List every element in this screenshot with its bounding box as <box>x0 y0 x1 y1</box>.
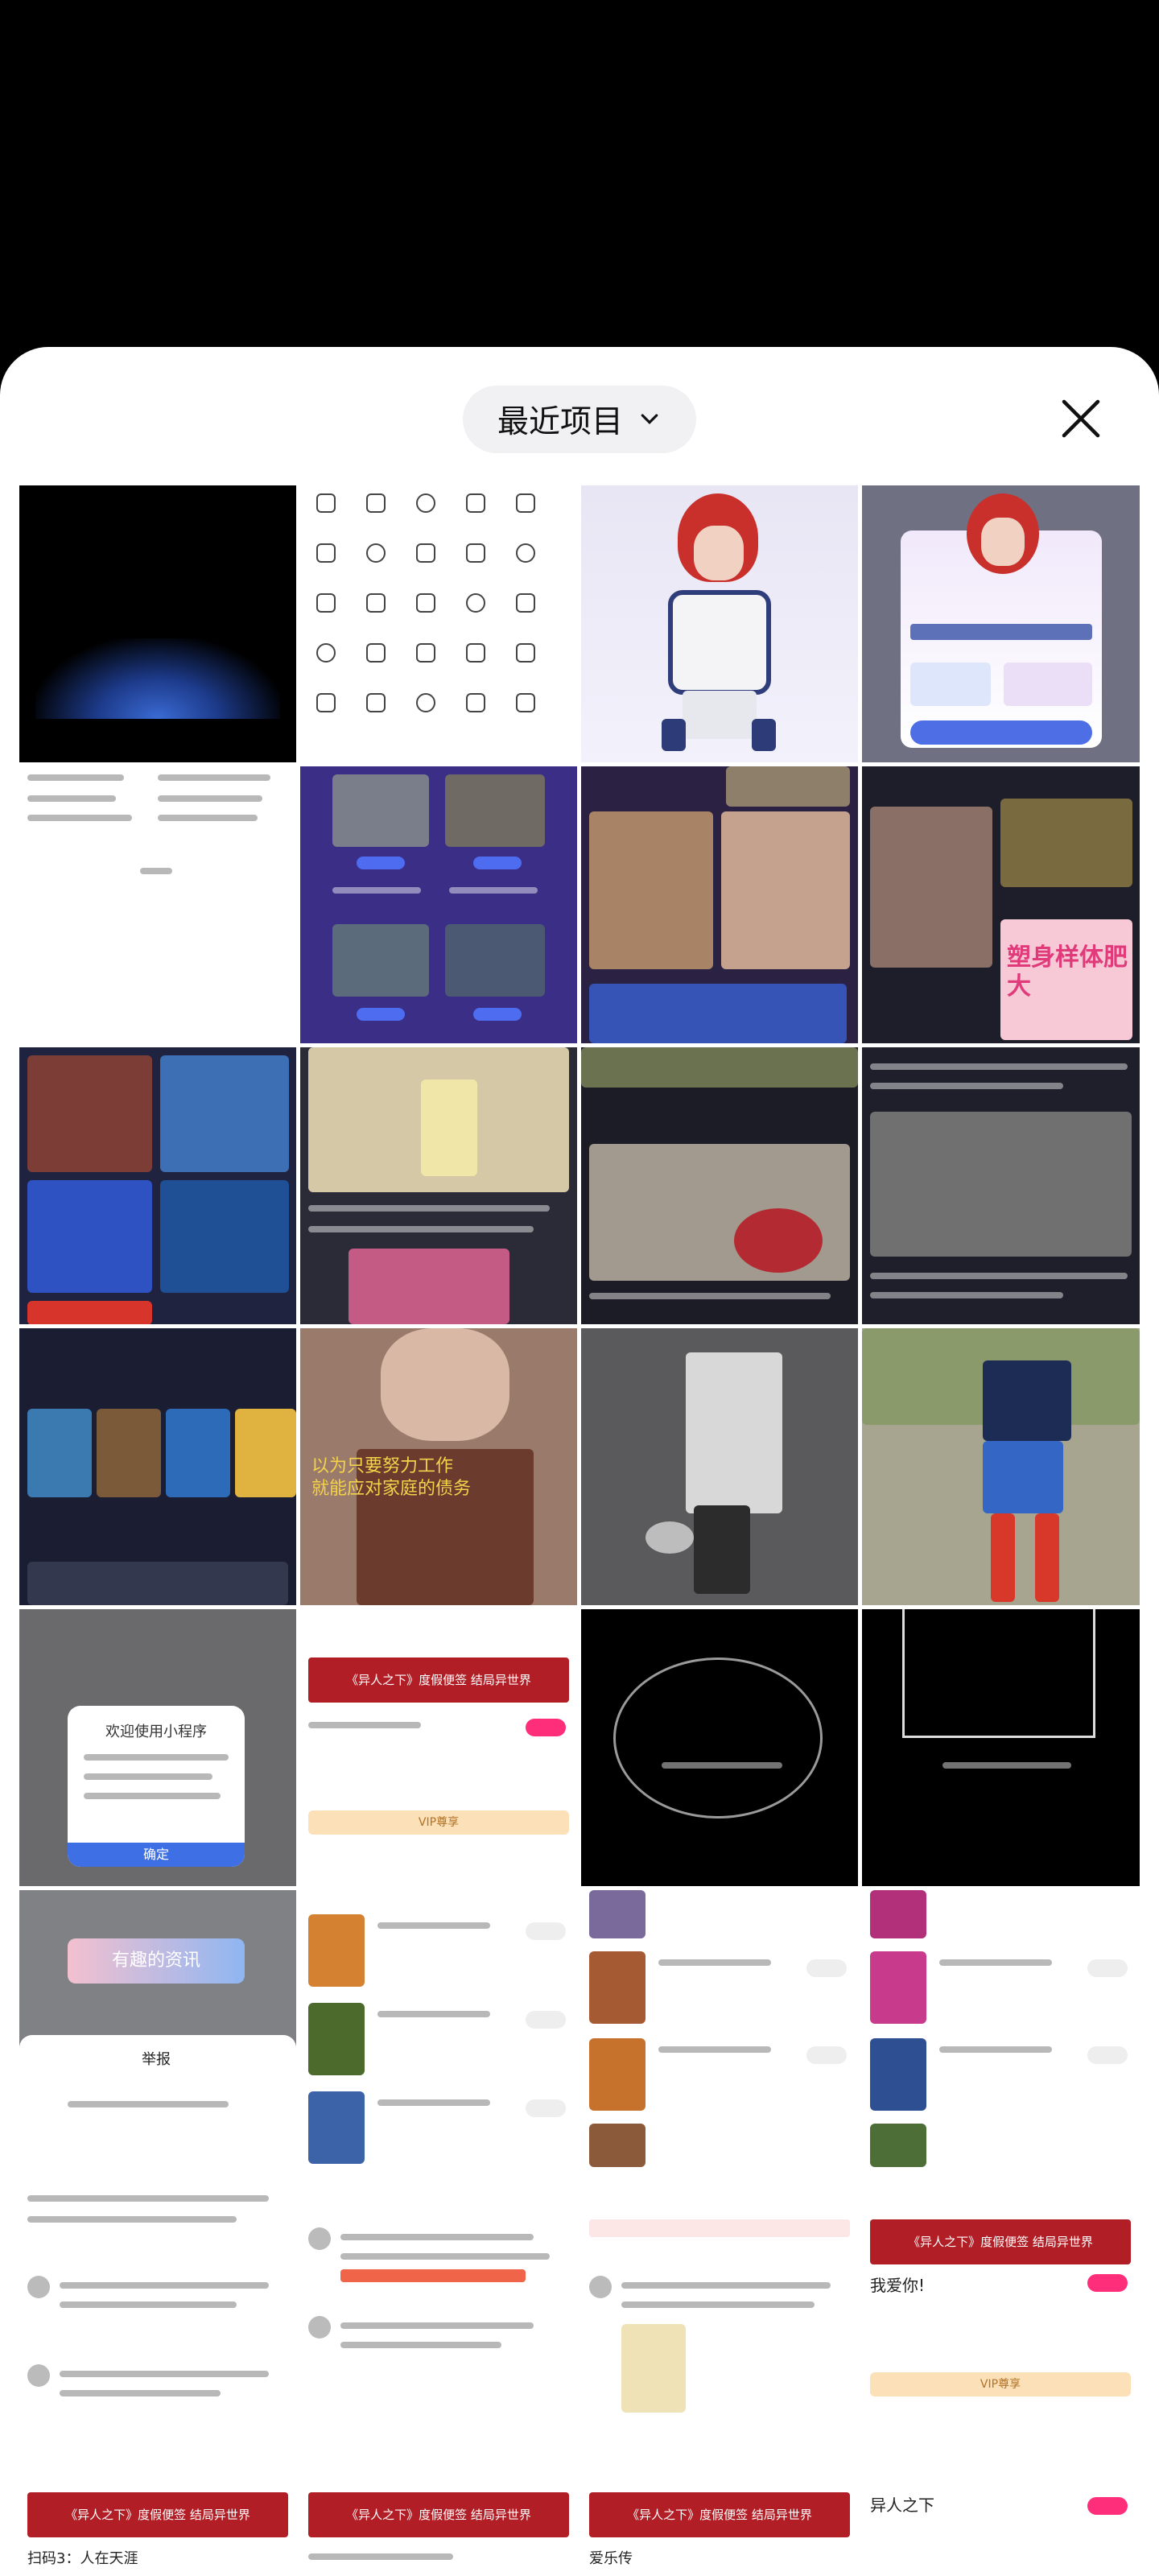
photo-thumbnail[interactable] <box>19 485 296 762</box>
vip-bar: VIP尊享 <box>308 1810 569 1835</box>
album-selector-button[interactable]: 最近项目 <box>463 386 696 453</box>
photo-thumbnail[interactable]: 《异人之下》度假便签 结局异世界 VIP尊享 <box>300 1609 577 1886</box>
promo-title: 爱乐传 <box>589 2550 633 2567</box>
photo-thumbnail[interactable] <box>581 2171 858 2448</box>
photo-thumbnail[interactable]: 《异人之下》度假便签 结局异世界 爱乐传 <box>581 2452 858 2576</box>
promo-title: 异人之下 <box>870 2496 934 2515</box>
close-icon <box>1062 399 1100 438</box>
photo-thumbnail[interactable]: 《异人之下》度假便签 结局异世界 扫码3：人在天涯 <box>19 2452 296 2576</box>
promo-title: 扫码3：人在天涯 <box>27 2550 138 2567</box>
photo-thumbnail[interactable]: 塑身样体肥大 <box>862 766 1140 1043</box>
photo-thumbnail[interactable] <box>300 1890 577 2167</box>
promo-title: 我爱你! <box>870 2276 926 2295</box>
photo-thumbnail[interactable] <box>862 1609 1140 1886</box>
thumbnail-caption: 以为只要努力工作 就能应对家庭的债务 <box>311 1456 472 1499</box>
photo-thumbnail[interactable]: 欢迎使用小程序 确定 <box>19 1609 296 1886</box>
photo-thumbnail[interactable] <box>862 1047 1140 1324</box>
photo-thumbnail[interactable] <box>581 1328 858 1605</box>
dialog-confirm-button: 确定 <box>68 1843 245 1867</box>
photo-thumbnail[interactable] <box>581 766 858 1043</box>
photo-thumbnail[interactable] <box>862 485 1140 762</box>
photo-thumbnail[interactable] <box>300 2171 577 2448</box>
photo-thumbnail[interactable] <box>19 766 296 1043</box>
photo-thumbnail[interactable]: 《异人之下》度假便签 结局异世界 我爱你! VIP尊享 <box>862 2171 1140 2448</box>
photo-thumbnail[interactable] <box>19 1047 296 1324</box>
photo-thumbnail[interactable] <box>19 1328 296 1605</box>
photo-thumbnail[interactable] <box>300 485 577 762</box>
chevron-down-icon <box>641 414 658 424</box>
photo-thumbnail[interactable] <box>19 2171 296 2448</box>
photo-thumbnail[interactable]: 以为只要努力工作 就能应对家庭的债务 <box>300 1328 577 1605</box>
news-banner: 有趣的资讯 <box>68 1938 245 1984</box>
photo-picker-sheet: 最近项目 塑身样体肥大 以为只要努力工作 就能应对家庭的债务 欢迎使用小程序 确… <box>0 347 1159 2576</box>
promo-banner: 《异人之下》度假便签 结局异世界 <box>308 2492 569 2537</box>
promo-banner: 《异人之下》度假便签 结局异世界 <box>27 2492 288 2537</box>
photo-thumbnail[interactable]: 《异人之下》度假便签 结局异世界 <box>300 2452 577 2576</box>
thumbnail-caption: 塑身样体肥大 <box>1007 943 1128 1001</box>
promo-banner: 《异人之下》度假便签 结局异世界 <box>308 1657 569 1703</box>
photo-thumbnail[interactable] <box>300 1047 577 1324</box>
photo-thumbnail[interactable] <box>581 1047 858 1324</box>
close-button[interactable] <box>1054 392 1107 445</box>
photo-thumbnail[interactable] <box>581 485 858 762</box>
vip-bar: VIP尊享 <box>870 2372 1131 2396</box>
photo-thumbnail[interactable]: 异人之下 <box>862 2452 1140 2576</box>
photo-thumbnail[interactable] <box>581 1609 858 1886</box>
photo-thumbnail[interactable] <box>862 1890 1140 2167</box>
dialog-title: 欢迎使用小程序 <box>105 1724 207 1740</box>
photo-thumbnail[interactable] <box>300 766 577 1043</box>
photo-thumbnail[interactable] <box>581 1890 858 2167</box>
report-dialog-title: 举报 <box>142 2051 171 2068</box>
promo-banner: 《异人之下》度假便签 结局异世界 <box>870 2219 1131 2264</box>
photo-grid: 塑身样体肥大 以为只要努力工作 就能应对家庭的债务 欢迎使用小程序 确定 《异人… <box>19 485 1140 2576</box>
album-selector-label: 最近项目 <box>497 404 623 440</box>
photo-thumbnail[interactable] <box>862 1328 1140 1605</box>
promo-banner: 《异人之下》度假便签 结局异世界 <box>589 2492 850 2537</box>
photo-thumbnail[interactable]: 有趣的资讯 举报 <box>19 1890 296 2167</box>
